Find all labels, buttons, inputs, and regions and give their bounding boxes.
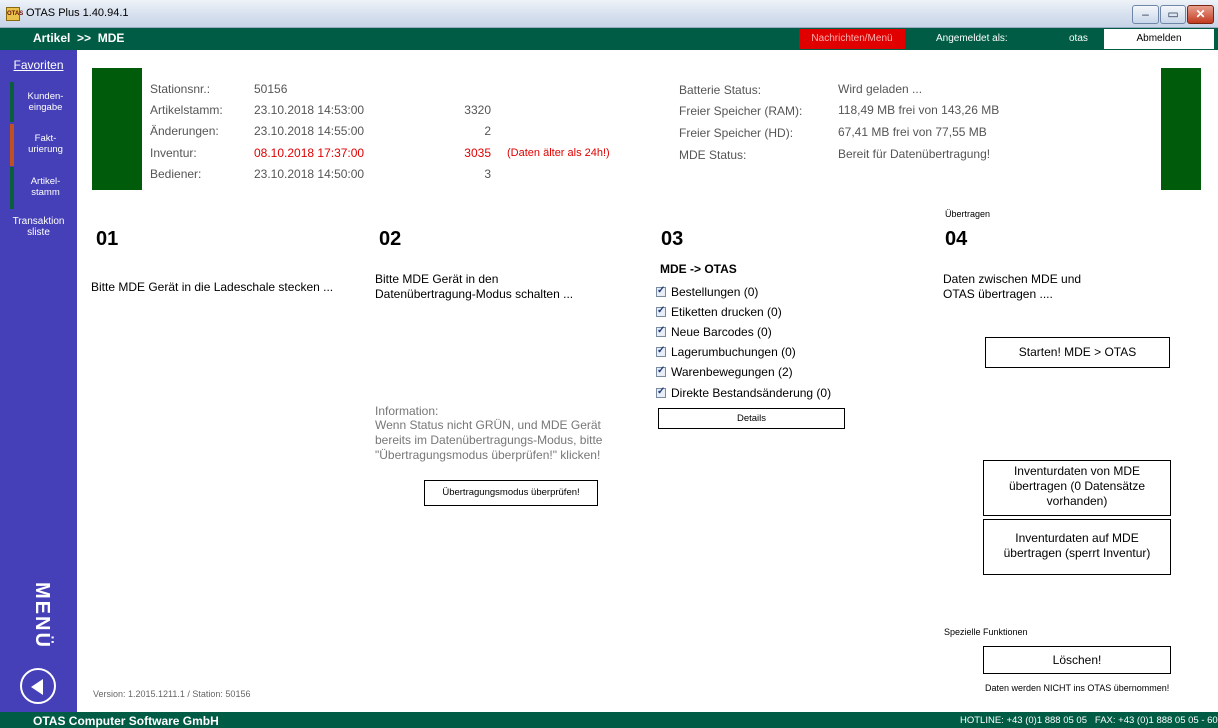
title-bar [0,0,1218,28]
inventur-label: Inventur: [150,146,197,160]
inventur-date: 08.10.2018 17:37:00 [254,146,365,160]
artikelstamm-label: Artikelstamm: [150,103,223,117]
start-transfer-button[interactable]: Starten! MDE > OTAS [985,337,1170,368]
status-indicator-right [1161,68,1201,190]
step-04-number: 04 [945,228,968,250]
aenderungen-date: 23.10.2018 14:55:00 [254,124,365,138]
step-01-text: Bitte MDE Gerät in die Ladeschale stecke… [91,280,334,294]
inventur-to-mde-button[interactable]: Inventurdaten auf MDE übertragen (sperrt… [983,519,1171,575]
checkbox-lagerumbuchungen[interactable]: Lagerumbuchungen (0) [656,345,796,359]
company-name: OTAS Computer Software GmbH [33,714,219,728]
checkbox-bestellungen[interactable]: Bestellungen (0) [656,285,758,299]
step-04-text: Daten zwischen MDE und OTAS übertragen .… [943,272,1082,301]
version-info: Version: 1.2015.1211.1 / Station: 50156 [93,689,251,699]
checkbox-checked-icon[interactable] [656,386,666,398]
sidebar-item-fakturierung[interactable]: Fakt- urierung [10,124,77,166]
step-02-number: 02 [379,228,402,250]
username: otas [1069,33,1088,44]
ram-value: 118,49 MB frei von 143,26 MB [838,103,1000,117]
logged-in-label: Angemeldet als: [936,33,1008,44]
hd-value: 67,41 MB frei von 77,55 MB [838,125,987,139]
step-03-number: 03 [661,228,684,250]
sidebar-item-kundeneingabe[interactable]: Kunden- eingabe [10,82,77,122]
ram-label: Freier Speicher (RAM): [679,104,803,118]
bediener-count: 3 [484,167,491,181]
delete-button[interactable]: Löschen! [983,646,1171,674]
mde-status-label: MDE Status: [679,148,747,162]
bediener-date: 23.10.2018 14:50:00 [254,167,365,181]
logout-button[interactable]: Abmelden [1104,29,1214,49]
header-bar [0,28,1218,50]
details-button[interactable]: Details [658,408,845,429]
inventur-warning: (Daten älter als 24h!) [507,147,610,159]
maximize-icon[interactable]: ▭ [1160,5,1186,24]
checkbox-barcodes[interactable]: Neue Barcodes (0) [656,325,772,339]
status-indicator-left [92,68,142,190]
sidebar-item-artikelstamm[interactable]: Artikel- stamm [10,167,77,209]
menu-label[interactable]: MENÜ [23,582,53,649]
check-transfer-mode-button[interactable]: Übertragungsmodus überprüfen! [424,480,598,506]
special-functions-label: Spezielle Funktionen [944,627,1028,637]
checkbox-checked-icon[interactable] [656,345,666,357]
hotline-info: HOTLINE: +43 (0)1 888 05 05 FAX: +43 (0)… [960,715,1218,726]
checkbox-checked-icon[interactable] [656,365,666,377]
sidebar-item-transaktionsliste[interactable]: Transaktion sliste [0,212,77,248]
messages-button[interactable]: Nachrichten/Menü [799,29,905,49]
mde-status-value: Bereit für Datenübertragung! [838,147,991,161]
checkbox-warenbewegungen[interactable]: Warenbewegungen (2) [656,365,793,379]
info-text: Wenn Status nicht GRÜN, und MDE Gerät be… [375,418,603,462]
app-icon: OTAS [6,7,23,21]
transfer-direction: MDE -> OTAS [660,262,737,276]
info-title: Information: [375,404,439,418]
window-title: OTAS Plus 1.40.94.1 [26,7,129,19]
back-arrow-icon[interactable] [20,668,56,704]
hd-label: Freier Speicher (HD): [679,126,794,140]
aenderungen-count: 2 [484,124,491,138]
checkbox-checked-icon[interactable] [656,285,666,297]
step-01-number: 01 [96,228,119,250]
inventur-count: 3035 [464,146,491,160]
artikelstamm-count: 3320 [464,103,491,117]
delete-note: Daten werden NICHT ins OTAS übernommen! [985,683,1170,693]
checkbox-checked-icon[interactable] [656,305,666,317]
battery-value: Wird geladen ... [838,82,923,96]
inventur-from-mde-button[interactable]: Inventurdaten von MDE übertragen (0 Date… [983,460,1171,516]
checkbox-etiketten[interactable]: Etiketten drucken (0) [656,305,782,319]
step-04-caption: Übertragen [945,209,991,219]
checkbox-bestandsaenderung[interactable]: Direkte Bestandsänderung (0) [656,386,831,400]
artikelstamm-date: 23.10.2018 14:53:00 [254,103,365,117]
minimize-icon[interactable]: – [1132,5,1159,24]
aenderungen-label: Änderungen: [150,124,219,138]
step-02-text: Bitte MDE Gerät in den Datenübertragung-… [375,272,574,301]
favorites-link[interactable]: Favoriten [0,58,77,72]
station-label: Stationsnr.: [150,82,211,96]
battery-label: Batterie Status: [679,83,762,97]
bediener-label: Bediener: [150,167,202,181]
close-icon[interactable]: ✕ [1187,5,1214,24]
checkbox-checked-icon[interactable] [656,325,666,337]
station-value: 50156 [254,82,288,96]
breadcrumb: Artikel >> MDE [33,31,125,45]
